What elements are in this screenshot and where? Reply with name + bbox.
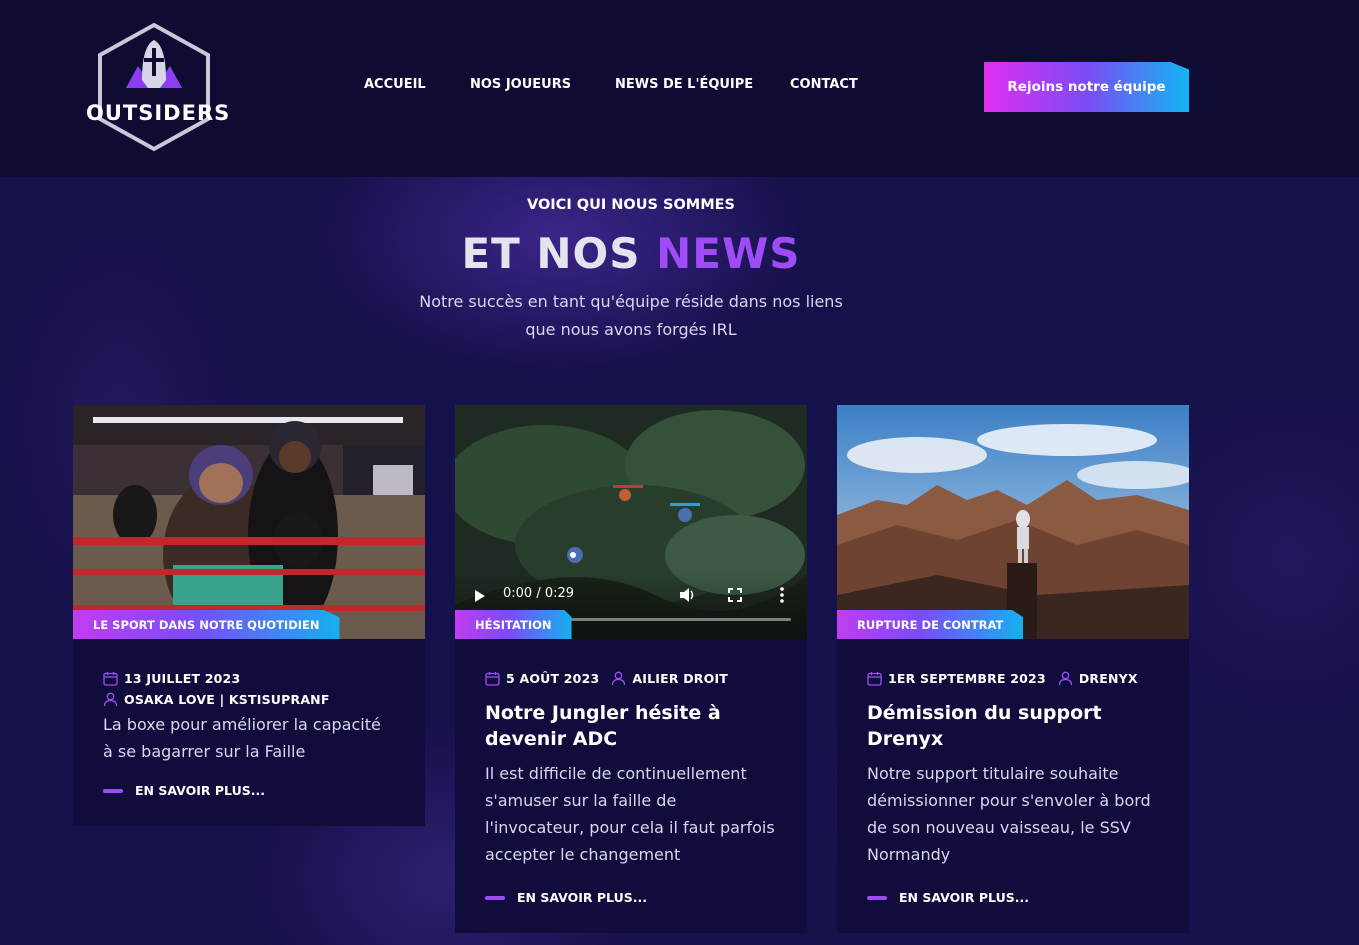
card-body: 13 JUILLET 2023 OSAKA LOVE | KSTISUPRANF… <box>73 639 425 826</box>
read-more-bar <box>485 895 505 900</box>
card-category-tag: HÉSITATION <box>455 610 572 639</box>
more-icon[interactable] <box>780 587 784 603</box>
card-image-landscape[interactable]: RUPTURE DE CONTRAT <box>837 405 1189 639</box>
logo-text: OUTSIDERS <box>86 101 231 125</box>
nav-nos-joueurs[interactable]: NOS JOUEURS <box>470 77 571 92</box>
card-video[interactable]: 0:00 / 0:29 HÉSITATION <box>455 405 807 639</box>
read-more-bar <box>867 895 887 900</box>
card-author-text[interactable]: AILIER DROIT <box>632 671 728 686</box>
card-date: 5 AOÛT 2023 <box>485 671 599 686</box>
read-more-label: EN SAVOIR PLUS... <box>517 890 647 905</box>
calendar-icon <box>485 672 500 686</box>
card-excerpt: Il est difficile de continuellement s'am… <box>485 764 775 864</box>
card-title[interactable]: Notre Jungler hésite à devenir ADC <box>485 700 777 752</box>
card-date-text: 1ER SEPTEMBRE 2023 <box>888 671 1046 686</box>
logo-emblem <box>98 22 210 152</box>
card-meta: 5 AOÛT 2023 AILIER DROIT <box>485 671 777 686</box>
nav-accueil[interactable]: ACCUEIL <box>364 77 426 92</box>
boxing-photo <box>73 405 425 639</box>
fullscreen-icon[interactable] <box>728 588 742 602</box>
card-author: OSAKA LOVE | KSTISUPRANF <box>103 692 330 707</box>
card-author: AILIER DROIT <box>611 671 728 686</box>
card-date: 1ER SEPTEMBRE 2023 <box>867 671 1046 686</box>
nav-contact[interactable]: CONTACT <box>790 77 858 92</box>
card-date-text: 5 AOÛT 2023 <box>506 671 600 686</box>
card-author-text[interactable]: OSAKA LOVE | KSTISUPRANF <box>124 692 330 707</box>
site-header: OUTSIDERS ACCUEIL NOS JOUEURS NEWS DE L'… <box>0 0 1359 177</box>
volume-icon[interactable] <box>679 587 696 603</box>
video-time: 0:00 / 0:29 <box>503 586 575 601</box>
section-title-part2: NEWS <box>656 229 801 278</box>
landscape-photo <box>837 405 1189 639</box>
read-more-link[interactable]: EN SAVOIR PLUS... <box>103 783 395 798</box>
read-more-label: EN SAVOIR PLUS... <box>899 890 1029 905</box>
card-date: 13 JUILLET 2023 <box>103 671 240 686</box>
outsiders-logo[interactable]: OUTSIDERS <box>86 22 231 152</box>
section-title-part1: ET NOS <box>461 229 641 278</box>
calendar-icon <box>867 672 882 686</box>
video-progress-bar[interactable] <box>563 618 791 621</box>
user-icon <box>1058 671 1073 686</box>
news-card: LE SPORT DANS NOTRE QUOTIDIEN 13 JUILLET… <box>73 405 425 826</box>
news-card: 0:00 / 0:29 HÉSITATION 5 AOÛT 2023 AILIE… <box>455 405 807 933</box>
section-eyebrow: VOICI QUI NOUS SOMMES <box>526 197 736 213</box>
calendar-icon <box>103 672 118 686</box>
section-intro: Notre succès en tant qu'équipe réside da… <box>419 292 843 339</box>
card-title[interactable]: Démission du support Drenyx <box>867 700 1159 752</box>
card-meta: 13 JUILLET 2023 OSAKA LOVE | KSTISUPRANF <box>103 671 395 707</box>
news-card: RUPTURE DE CONTRAT 1ER SEPTEMBRE 2023 DR… <box>837 405 1189 933</box>
read-more-link[interactable]: EN SAVOIR PLUS... <box>485 890 777 905</box>
card-meta: 1ER SEPTEMBRE 2023 DRENYX <box>867 671 1159 686</box>
read-more-bar <box>103 788 123 793</box>
card-body: 1ER SEPTEMBRE 2023 DRENYX Démission du s… <box>837 639 1189 933</box>
card-excerpt: La boxe pour améliorer la capacité à se … <box>103 715 381 761</box>
card-category-tag: RUPTURE DE CONTRAT <box>837 610 1024 639</box>
read-more-link[interactable]: EN SAVOIR PLUS... <box>867 890 1159 905</box>
section-title: ET NOS NEWS <box>0 229 1262 278</box>
card-category-tag: LE SPORT DANS NOTRE QUOTIDIEN <box>73 610 340 639</box>
read-more-label: EN SAVOIR PLUS... <box>135 783 265 798</box>
card-excerpt: Notre support titulaire souhaite démissi… <box>867 764 1151 864</box>
play-icon[interactable] <box>474 589 486 603</box>
join-team-button[interactable]: Rejoins notre équipe <box>984 62 1189 112</box>
user-icon <box>612 671 626 686</box>
card-body: 5 AOÛT 2023 AILIER DROIT Notre Jungler h… <box>455 639 807 933</box>
nav-news[interactable]: NEWS DE L'ÉQUIPE <box>615 77 753 92</box>
card-author-text[interactable]: DRENYX <box>1079 671 1138 686</box>
card-date-text: 13 JUILLET 2023 <box>124 671 241 686</box>
card-author: DRENYX <box>1058 671 1138 686</box>
user-icon <box>103 692 118 707</box>
card-image-boxing[interactable]: LE SPORT DANS NOTRE QUOTIDIEN <box>73 405 425 639</box>
